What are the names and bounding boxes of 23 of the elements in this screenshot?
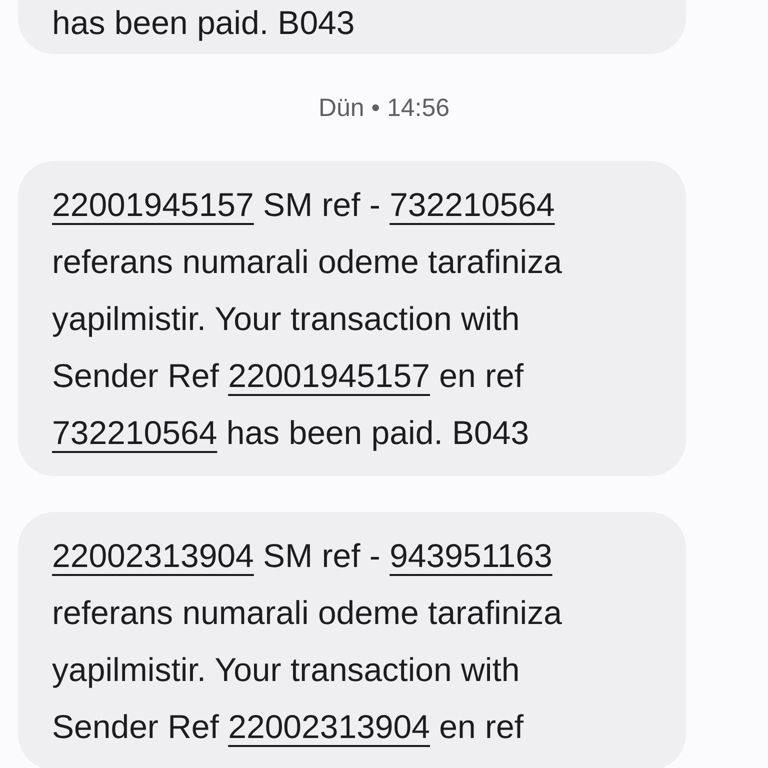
number-link[interactable]: 732210564: [52, 414, 218, 451]
number-link[interactable]: 22002313904: [228, 708, 430, 745]
timestamp: Dün • 14:56: [318, 94, 450, 123]
message-text: referans numarali odeme tarafiniza: [52, 243, 562, 280]
number-link[interactable]: 732210564: [390, 186, 555, 223]
message-bubble[interactable]: has been paid. B043: [18, 0, 686, 54]
message-text: yapilmistir. Your transaction with: [52, 300, 520, 337]
number-link[interactable]: 22001945157: [228, 357, 430, 394]
message-text: Sender Ref: [52, 708, 220, 745]
message-text: has been paid. B043: [52, 4, 355, 41]
message-text: SM ref -: [262, 186, 382, 223]
message-text: Sender Ref: [52, 357, 220, 394]
message-text: en ref: [438, 357, 524, 394]
number-link[interactable]: 943951163: [390, 537, 552, 574]
message-text: en ref: [438, 708, 524, 745]
number-link[interactable]: 22002313904: [52, 537, 254, 574]
message-text: referans numarali odeme tarafiniza: [52, 594, 562, 631]
number-link[interactable]: 22001945157: [52, 186, 254, 223]
message-bubble[interactable]: 22002313904 SM ref - 943951163 referans numarali odeme tarafiniza yapilmistir. Your transaction with Sender Ref 22002313904 en ref: [18, 512, 686, 768]
message-text: has been paid. B043: [225, 414, 530, 451]
message-bubble[interactable]: 22001945157 SM ref - 732210564 referans numarali odeme tarafiniza yapilmistir. Your transaction with Sender Ref 22001945157 en ref 732210564 has been paid. B043: [18, 161, 686, 476]
message-text: yapilmistir. Your transaction with: [52, 651, 520, 688]
message-text: SM ref -: [262, 537, 382, 574]
